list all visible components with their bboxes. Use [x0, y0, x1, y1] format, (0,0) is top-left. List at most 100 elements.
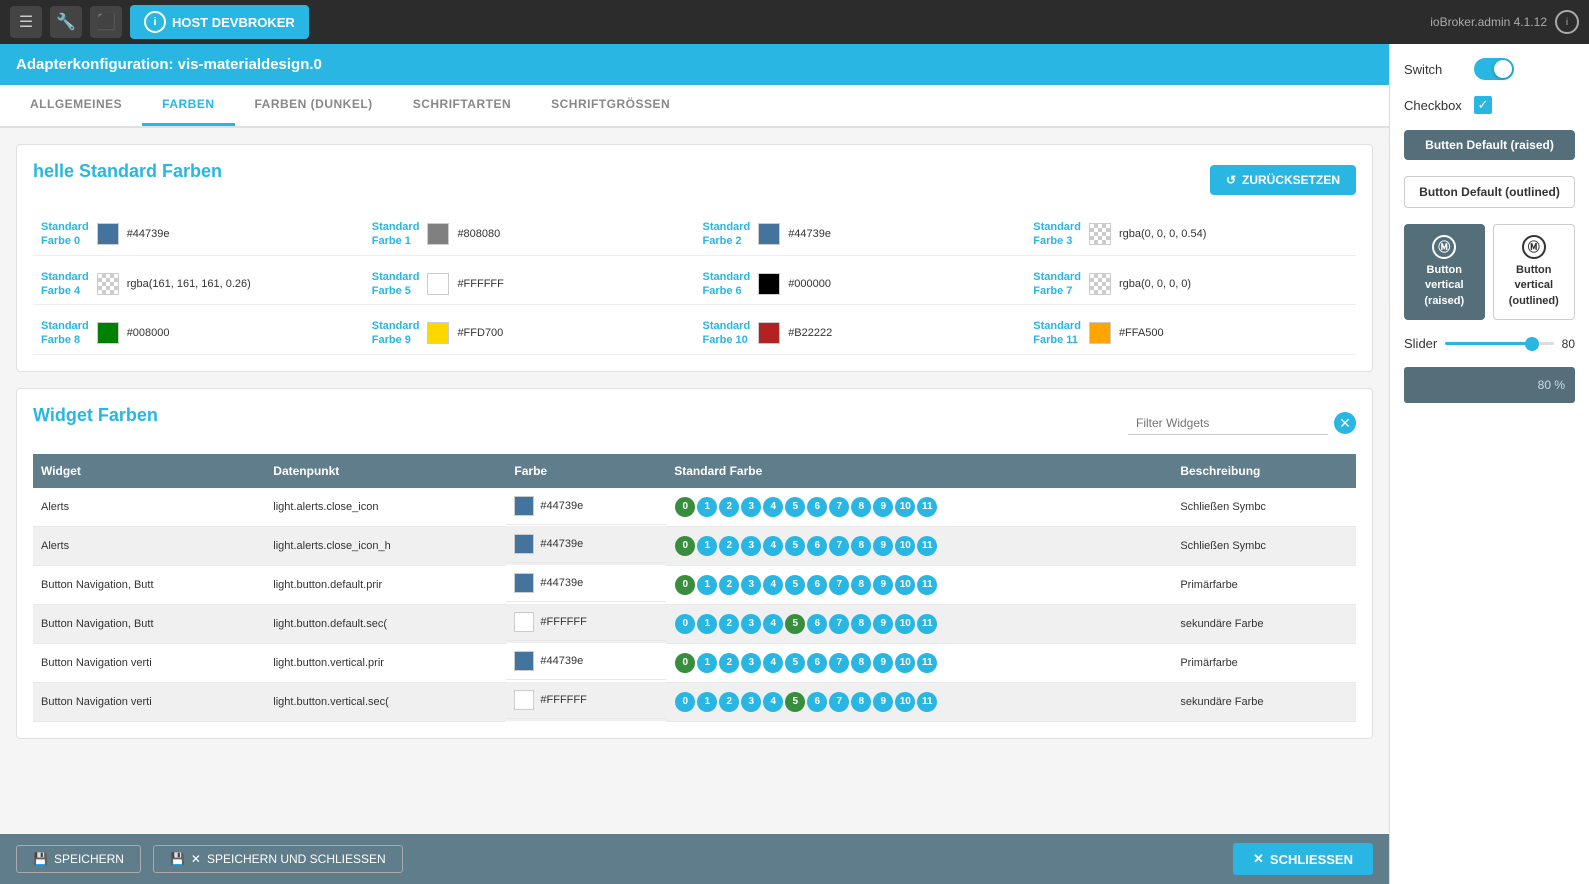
- badge-2[interactable]: 2: [719, 497, 739, 517]
- badge-6[interactable]: 6: [807, 575, 827, 595]
- reset-button[interactable]: ↺ ZURÜCKSETZEN: [1210, 165, 1356, 195]
- badge-11[interactable]: 11: [917, 692, 937, 712]
- badge-2[interactable]: 2: [719, 653, 739, 673]
- cell-farbe[interactable]: #44739e: [506, 488, 666, 525]
- badge-11[interactable]: 11: [917, 536, 937, 556]
- color-swatch-6[interactable]: [758, 273, 780, 295]
- filter-input[interactable]: [1128, 412, 1328, 435]
- badge-0[interactable]: 0: [675, 653, 695, 673]
- logout-icon[interactable]: ⬛: [90, 6, 122, 38]
- cell-farbe[interactable]: #44739e: [506, 643, 666, 680]
- color-item-5[interactable]: StandardFarbe 5 #FFFFFF: [364, 264, 695, 306]
- color-item-8[interactable]: StandardFarbe 8 #008000: [33, 313, 364, 355]
- badge-3[interactable]: 3: [741, 692, 761, 712]
- badge-4[interactable]: 4: [763, 653, 783, 673]
- badge-7[interactable]: 7: [829, 497, 849, 517]
- badge-9[interactable]: 9: [873, 536, 893, 556]
- badge-0[interactable]: 0: [675, 536, 695, 556]
- badge-7[interactable]: 7: [829, 692, 849, 712]
- badge-5[interactable]: 5: [785, 497, 805, 517]
- menu-icon[interactable]: ☰: [10, 6, 42, 38]
- badge-9[interactable]: 9: [873, 497, 893, 517]
- cell-standard-farbe[interactable]: 01234567891011: [666, 682, 1172, 721]
- color-swatch-5[interactable]: [427, 273, 449, 295]
- color-swatch-1[interactable]: [427, 223, 449, 245]
- badge-6[interactable]: 6: [807, 653, 827, 673]
- badge-7[interactable]: 7: [829, 653, 849, 673]
- color-swatch-4[interactable]: [97, 273, 119, 295]
- badge-1[interactable]: 1: [697, 653, 717, 673]
- color-item-11[interactable]: StandardFarbe 11 #FFA500: [1025, 313, 1356, 355]
- cell-standard-farbe[interactable]: 01234567891011: [666, 565, 1172, 604]
- badge-9[interactable]: 9: [873, 614, 893, 634]
- badge-1[interactable]: 1: [697, 497, 717, 517]
- save-button[interactable]: 💾 SPEICHERN: [16, 845, 141, 873]
- badge-4[interactable]: 4: [763, 692, 783, 712]
- badge-9[interactable]: 9: [873, 653, 893, 673]
- badge-6[interactable]: 6: [807, 614, 827, 634]
- content-area[interactable]: helle Standard Farben ↺ ZURÜCKSETZEN Sta…: [0, 128, 1389, 834]
- badge-3[interactable]: 3: [741, 536, 761, 556]
- badge-1[interactable]: 1: [697, 575, 717, 595]
- color-swatch-8[interactable]: [97, 322, 119, 344]
- color-swatch-2[interactable]: [758, 223, 780, 245]
- slider-thumb[interactable]: [1525, 337, 1539, 351]
- badge-10[interactable]: 10: [895, 614, 915, 634]
- color-swatch-10[interactable]: [758, 322, 780, 344]
- badge-6[interactable]: 6: [807, 536, 827, 556]
- filter-clear-button[interactable]: ✕: [1334, 412, 1356, 434]
- close-button[interactable]: ✕ SCHLIESSEN: [1233, 843, 1373, 875]
- tab-farben-dunkel[interactable]: FARBEN (DUNKEL): [235, 85, 393, 126]
- btn-vert-raised[interactable]: Ⓜ Button vertical (raised): [1404, 224, 1485, 320]
- badge-2[interactable]: 2: [719, 692, 739, 712]
- badge-5[interactable]: 5: [785, 653, 805, 673]
- cell-farbe[interactable]: #FFFFFF: [506, 604, 666, 641]
- badge-2[interactable]: 2: [719, 575, 739, 595]
- color-swatch-7[interactable]: [1089, 273, 1111, 295]
- badge-8[interactable]: 8: [851, 614, 871, 634]
- badge-0[interactable]: 0: [675, 692, 695, 712]
- btn-default-raised[interactable]: Butten Default (raised): [1404, 130, 1575, 160]
- color-item-3[interactable]: StandardFarbe 3 rgba(0, 0, 0, 0.54): [1025, 214, 1356, 256]
- badge-1[interactable]: 1: [697, 692, 717, 712]
- cell-standard-farbe[interactable]: 01234567891011: [666, 488, 1172, 527]
- color-swatch-0[interactable]: [97, 223, 119, 245]
- badge-7[interactable]: 7: [829, 575, 849, 595]
- color-item-6[interactable]: StandardFarbe 6 #000000: [695, 264, 1026, 306]
- color-item-10[interactable]: StandardFarbe 10 #B22222: [695, 313, 1026, 355]
- color-swatch-3[interactable]: [1089, 223, 1111, 245]
- cell-farbe[interactable]: #44739e: [506, 526, 666, 563]
- color-swatch-9[interactable]: [427, 322, 449, 344]
- badge-11[interactable]: 11: [917, 575, 937, 595]
- checkbox-input[interactable]: ✓: [1474, 96, 1492, 114]
- save-close-button[interactable]: 💾 ✕ SPEICHERN UND SCHLIESSEN: [153, 845, 403, 873]
- badge-8[interactable]: 8: [851, 653, 871, 673]
- badge-3[interactable]: 3: [741, 614, 761, 634]
- badge-8[interactable]: 8: [851, 692, 871, 712]
- badge-10[interactable]: 10: [895, 575, 915, 595]
- cell-standard-farbe[interactable]: 01234567891011: [666, 604, 1172, 643]
- badge-9[interactable]: 9: [873, 575, 893, 595]
- color-item-9[interactable]: StandardFarbe 9 #FFD700: [364, 313, 695, 355]
- badge-0[interactable]: 0: [675, 575, 695, 595]
- tab-schriftarten[interactable]: SCHRIFTARTEN: [393, 85, 531, 126]
- badge-4[interactable]: 4: [763, 536, 783, 556]
- brand-button[interactable]: i HOST DEVBROKER: [130, 5, 309, 39]
- badge-0[interactable]: 0: [675, 614, 695, 634]
- badge-10[interactable]: 10: [895, 536, 915, 556]
- badge-6[interactable]: 6: [807, 692, 827, 712]
- badge-11[interactable]: 11: [917, 497, 937, 517]
- badge-9[interactable]: 9: [873, 692, 893, 712]
- cell-farbe[interactable]: #44739e: [506, 565, 666, 602]
- badge-4[interactable]: 4: [763, 497, 783, 517]
- btn-vert-outlined[interactable]: Ⓜ Button vertical (outlined): [1493, 224, 1576, 320]
- color-item-7[interactable]: StandardFarbe 7 rgba(0, 0, 0, 0): [1025, 264, 1356, 306]
- badge-11[interactable]: 11: [917, 614, 937, 634]
- badge-1[interactable]: 1: [697, 614, 717, 634]
- color-swatch-11[interactable]: [1089, 322, 1111, 344]
- badge-6[interactable]: 6: [807, 497, 827, 517]
- badge-7[interactable]: 7: [829, 614, 849, 634]
- cell-farbe[interactable]: #FFFFFF: [506, 682, 666, 719]
- color-item-1[interactable]: StandardFarbe 1 #808080: [364, 214, 695, 256]
- badge-4[interactable]: 4: [763, 575, 783, 595]
